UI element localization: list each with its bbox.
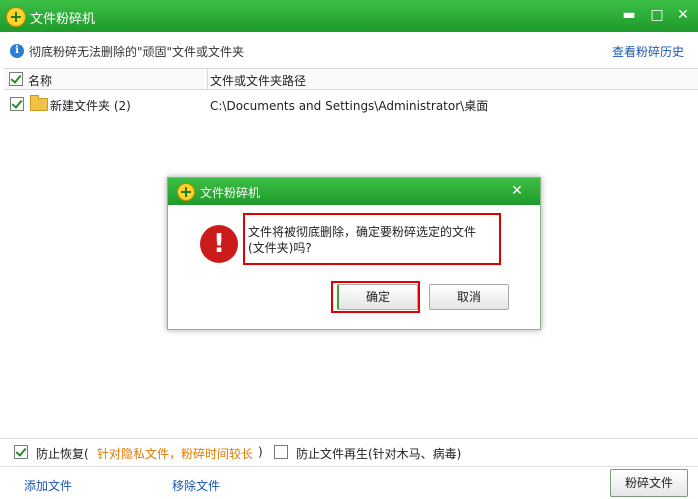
window-title: 文件粉碎机 [30, 12, 96, 27]
footer-bar: 添加文件 移除文件 粉碎文件 [0, 466, 698, 499]
dialog-logo-icon [177, 183, 195, 201]
info-icon: i [10, 44, 24, 58]
info-message: 彻底粉碎无法删除的"顽固"文件或文件夹 [29, 45, 245, 59]
prevent-recover-end: ) [258, 445, 263, 459]
maximize-button[interactable]: □ [648, 6, 666, 24]
table-row[interactable]: 新建文件夹 (2) C:\Documents and Settings\Admi… [4, 94, 698, 114]
shred-files-button[interactable]: 粉碎文件 [610, 469, 688, 497]
prevent-recover-note: 针对隐私文件，粉碎时间较长 [97, 447, 254, 461]
dialog-message-line1: 文件将被彻底删除，确定要粉碎选定的文件 [248, 225, 477, 239]
dialog-message-line2: (文件夹)吗? [248, 241, 312, 255]
minimize-button[interactable]: ▬ [620, 6, 638, 24]
dialog-close-button[interactable]: ✕ [509, 182, 525, 200]
remove-file-link[interactable]: 移除文件 [172, 477, 220, 494]
file-path: C:\Documents and Settings\Administrator\… [210, 99, 489, 113]
info-bar: i 彻底粉碎无法删除的"顽固"文件或文件夹 查看粉碎历史 [0, 36, 698, 62]
main-window: 文件粉碎机 ▬ □ ✕ i 彻底粉碎无法删除的"顽固"文件或文件夹 查看粉碎历史… [0, 0, 698, 498]
options-bar: 防止恢复( 针对隐私文件，粉碎时间较长 ) 防止文件再生(针对木马、病毒) [0, 438, 698, 465]
file-name: 新建文件夹 (2) [50, 99, 131, 113]
prevent-regen-checkbox[interactable] [274, 445, 288, 459]
close-button[interactable]: ✕ [674, 6, 692, 24]
name-column-header[interactable]: 名称 [28, 72, 52, 89]
app-logo-icon [6, 7, 26, 27]
folder-icon [30, 95, 48, 111]
ok-button[interactable]: 确定 [337, 284, 418, 310]
dialog-title: 文件粉碎机 [200, 186, 261, 200]
prevent-recover-checkbox[interactable] [14, 445, 28, 459]
row-checkbox[interactable] [10, 97, 24, 111]
prevent-recover-label[interactable]: 防止恢复( [36, 445, 89, 462]
cancel-button[interactable]: 取消 [429, 284, 509, 310]
dialog-message: 文件将被彻底删除，确定要粉碎选定的文件 (文件夹)吗? [248, 224, 498, 256]
column-divider[interactable] [207, 69, 208, 89]
add-file-link[interactable]: 添加文件 [24, 477, 72, 494]
prevent-regen-label[interactable]: 防止文件再生(针对木马、病毒) [296, 445, 461, 462]
select-all-checkbox[interactable] [9, 72, 23, 86]
path-column-header[interactable]: 文件或文件夹路径 [210, 72, 306, 89]
confirm-dialog: 文件粉碎机 ✕ ! 文件将被彻底删除，确定要粉碎选定的文件 (文件夹)吗? 确定… [167, 177, 541, 330]
error-icon: ! [200, 225, 238, 263]
view-history-link[interactable]: 查看粉碎历史 [612, 43, 684, 60]
file-list-header: 名称 文件或文件夹路径 [4, 68, 698, 90]
title-bar[interactable]: 文件粉碎机 ▬ □ ✕ [0, 0, 698, 32]
dialog-title-bar[interactable]: 文件粉碎机 ✕ [168, 178, 540, 205]
